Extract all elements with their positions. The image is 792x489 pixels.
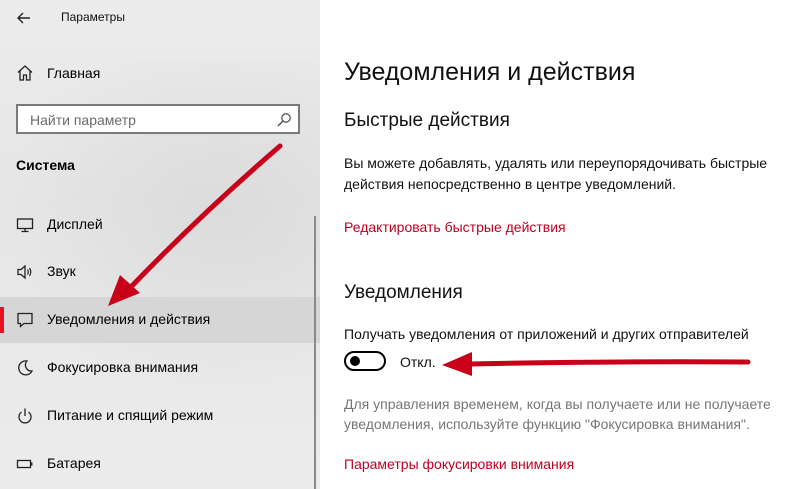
search-icon[interactable] bbox=[276, 112, 292, 128]
notifications-toggle[interactable] bbox=[344, 351, 386, 371]
sidebar-item-power[interactable]: Питание и спящий режим bbox=[0, 393, 320, 439]
back-arrow-icon bbox=[17, 12, 30, 24]
power-icon bbox=[18, 408, 32, 424]
page-title: Уведомления и действия bbox=[344, 58, 636, 86]
title-bar: Параметры bbox=[0, 0, 320, 36]
section-title: Система bbox=[16, 157, 75, 173]
search-box[interactable] bbox=[16, 104, 300, 134]
notifications-heading: Уведомления bbox=[344, 282, 463, 303]
edit-quick-actions-link[interactable]: Редактировать быстрые действия bbox=[344, 219, 566, 235]
toggle-knob bbox=[350, 356, 360, 366]
back-button[interactable] bbox=[14, 8, 34, 28]
sidebar-item-home[interactable]: Главная bbox=[0, 58, 320, 88]
sidebar-item-label: Уведомления и действия bbox=[47, 311, 211, 327]
sidebar-item-focus-assist[interactable]: Фокусировка внимания bbox=[0, 345, 320, 391]
main-content: Уведомления и действия Быстрые действия … bbox=[320, 0, 792, 489]
monitor-icon bbox=[16, 218, 34, 233]
quick-actions-description: Вы можете добавлять, удалять или переупо… bbox=[344, 155, 768, 192]
sidebar-scrollbar[interactable] bbox=[314, 216, 316, 489]
sidebar-item-notifications[interactable]: Уведомления и действия bbox=[0, 297, 320, 343]
focus-hint-text: Для управления временем, когда вы получа… bbox=[344, 396, 771, 432]
sidebar-home-label: Главная bbox=[47, 65, 101, 81]
moon-icon bbox=[18, 360, 34, 376]
focus-assist-settings-link[interactable]: Параметры фокусировки внимания bbox=[344, 456, 574, 472]
notifications-setting-label: Получать уведомления от приложений и дру… bbox=[344, 326, 749, 342]
sidebar-item-label: Звук bbox=[47, 263, 76, 279]
speaker-icon bbox=[17, 264, 32, 280]
sidebar-item-sound[interactable]: Звук bbox=[0, 249, 320, 295]
quick-actions-heading: Быстрые действия bbox=[344, 110, 510, 131]
sidebar-item-battery[interactable]: Батарея bbox=[0, 441, 320, 487]
sidebar-item-label: Батарея bbox=[47, 455, 101, 471]
home-icon bbox=[17, 65, 33, 81]
toggle-state-label: Откл. bbox=[400, 354, 436, 370]
sidebar-item-label: Дисплей bbox=[47, 216, 103, 232]
active-indicator bbox=[0, 307, 4, 333]
battery-icon bbox=[16, 459, 33, 469]
sidebar-item-display[interactable]: Дисплей bbox=[0, 202, 320, 248]
message-icon bbox=[17, 312, 33, 328]
search-input[interactable] bbox=[28, 110, 272, 130]
sidebar: Параметры Главная Система Дисплей Звук bbox=[0, 0, 320, 489]
sidebar-item-label: Питание и спящий режим bbox=[47, 407, 214, 423]
app-title: Параметры bbox=[61, 10, 125, 24]
sidebar-item-label: Фокусировка внимания bbox=[47, 359, 199, 375]
